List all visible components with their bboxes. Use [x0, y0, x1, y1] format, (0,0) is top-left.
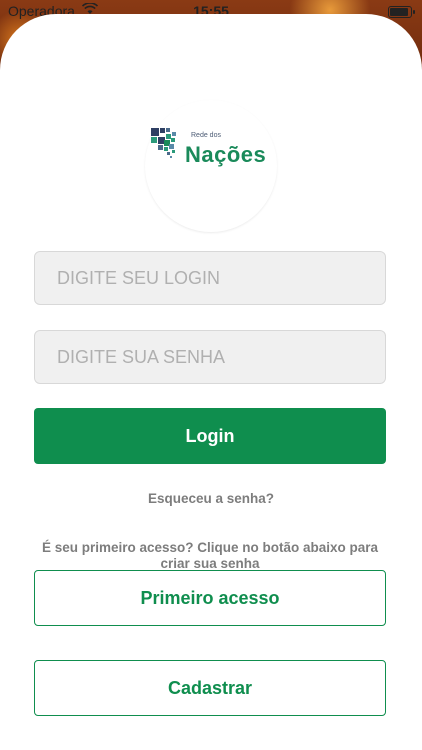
forgot-password-link[interactable]: Esqueceu a senha? [0, 491, 422, 506]
logo: Rede dos Nações [145, 100, 277, 232]
logo-small-text: Rede dos [191, 132, 221, 139]
login-input[interactable] [34, 251, 386, 305]
battery-icon [388, 6, 415, 18]
logo-title: Nações [185, 142, 267, 167]
register-button[interactable]: Cadastrar [34, 660, 386, 716]
first-access-hint: É seu primeiro acesso? Clique no botão a… [41, 540, 379, 571]
password-input[interactable] [34, 330, 386, 384]
logo-pixel-icon [151, 128, 176, 158]
login-sheet: Rede dos Nações Login Esqueceu a senha? … [0, 14, 422, 750]
login-button[interactable]: Login [34, 408, 386, 464]
first-access-button[interactable]: Primeiro acesso [34, 570, 386, 626]
